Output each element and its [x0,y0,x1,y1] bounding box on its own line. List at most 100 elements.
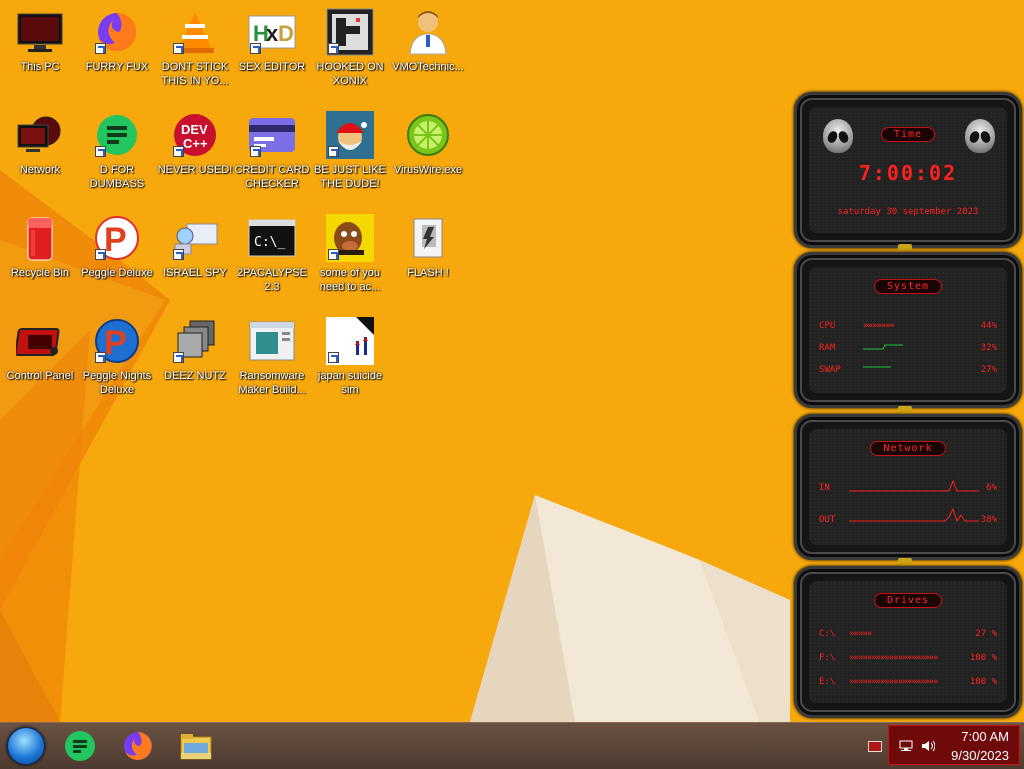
start-orb-icon [7,727,45,765]
svg-text:C:\_: C:\_ [254,235,285,250]
cpu-label: CPU [819,321,836,331]
taskbar-firefox[interactable] [118,727,158,765]
desktop-icon-recycle-bin[interactable]: Recycle Bin [0,208,80,308]
desktop-icon-ransomware-maker[interactable]: Ransomware Maker Build... [232,311,312,411]
icon-label: ISRAEL SPY [163,267,227,279]
icon-label: DEEZ NUTZ [164,370,226,382]
desktop-icon-viruswire[interactable]: VirusWire.exe [388,105,468,205]
desktop-icon-never-used[interactable]: DEV C++ NEVER USED! [155,105,235,205]
start-button[interactable] [6,727,46,765]
icon-label: This PC [20,61,60,73]
icon-label: BE JUST LIKE THE DUDE! [314,164,386,190]
desktop-icon-control-panel[interactable]: Control Panel [0,311,80,411]
volume-icon[interactable] [921,740,935,752]
action-center-flag-icon[interactable] [868,741,882,752]
desktop-icon-furry-fux[interactable]: FURRY FUX [77,2,157,102]
drive-f-label: F:\ [819,653,836,663]
gadget-system-panel: System CPU »»»»»»» 44% RAM 32% SWAP 27% [794,252,1022,408]
vlc-cone-icon [171,8,219,56]
desktop-icon-be-just-like-the-dude[interactable]: BE JUST LIKE THE DUDE! [310,105,390,205]
network-icon [16,111,64,159]
svg-text:DEV: DEV [181,122,208,137]
desktop-icon-flash[interactable]: FLASH ! [388,208,468,308]
japan-sim-icon [326,317,374,365]
gadget-network-title: Network [870,441,946,456]
gadget-drive-f-row: F:\ »»»»»»»»»»»»»»»»»»»» 100 % [819,653,997,665]
system-monitor-gadget[interactable]: Time 7:00:02 saturday 30 september 2023 … [790,88,1024,718]
system-tray: 7:00 AM 9/30/2023 [888,725,1020,765]
gadget-net-out-row: OUT 38% [819,507,997,527]
monitor-icon [16,8,64,56]
icon-label: Ransomware Maker Build... [238,370,306,396]
desktop-icon-this-pc[interactable]: This PC [0,2,80,102]
desktop-icon-israel-spy[interactable]: ISRAEL SPY [155,208,235,308]
firefox-icon [124,732,152,760]
drive-f-value: 100 % [969,653,997,663]
desktop-icon-credit-card-checker[interactable]: CREDIT CARD CHECKER [232,105,312,205]
icon-label: VMOTechnic... [392,61,464,73]
taskbar-document-app[interactable] [60,727,100,765]
desktop-icon-d-for-dumbass[interactable]: D FOR DUMBASS [77,105,157,205]
swap-label: SWAP [819,365,841,375]
icon-label: D FOR DUMBASS [89,164,145,190]
icon-label: NEVER USED! [157,164,233,176]
icon-label: HOOKED ON XONIX [316,61,384,87]
ransomware-builder-icon [248,317,296,365]
desktop-icon-deez-nutz[interactable]: DEEZ NUTZ [155,311,235,411]
console-window-icon: C:\_ [248,214,296,262]
santa-dude-icon [326,111,374,159]
gadget-drives-title: Drives [873,593,943,608]
network-tray-icon[interactable] [899,740,913,752]
gadget-date: saturday 30 september 2023 [837,207,979,217]
cartoon-dog-icon [326,214,374,262]
icon-label: some of you need to ac... [319,267,381,293]
icon-label: SEX EDITOR [238,61,306,73]
desktop-icon-sex-editor[interactable]: HxD SEX EDITOR [232,2,312,102]
svg-text:D: D [278,21,294,46]
cpu-bar: »»»»»»» [863,321,895,331]
desktop-icon-network[interactable]: Network [0,105,80,205]
cpu-value: 44% [980,321,997,331]
desktop: This PC FURRY FUX DONT STICK THIS IN YO.… [0,0,1024,722]
desktop-icon-some-of-you[interactable]: some of you need to ac... [310,208,390,308]
ram-value: 32% [980,343,997,353]
gadget-clock: 7:00:02 [858,161,958,185]
icon-label: FLASH ! [407,267,449,279]
net-in-graph [849,479,979,492]
icon-label: FURRY FUX [85,61,149,73]
desktop-icon-peggle-nights[interactable]: P Peggle Nights Deluxe [77,311,157,411]
taskbar-clock-date[interactable]: 9/30/2023 [951,748,1009,763]
icon-label: japan suicide sim [317,370,383,396]
desktop-icon-dont-stick[interactable]: DONT STICK THIS IN YO... [155,2,235,102]
gadget-network-panel: Network IN 6% OUT 38% [794,414,1022,560]
gadget-drives-panel: Drives C:\ »»»»» 27 % F:\ »»»»»»»»»»»»»»… [794,566,1022,718]
net-out-label: OUT [819,515,836,525]
desktop-icon-vmotechnic[interactable]: VMOTechnic... [388,2,468,102]
gadget-cpu-row: CPU »»»»»»» 44% [819,321,997,333]
lime-icon [404,111,452,159]
taskbar-file-explorer[interactable] [176,727,216,765]
gadget-time-panel: Time 7:00:02 saturday 30 september 2023 [794,92,1022,248]
gadget-swap-row: SWAP 27% [819,365,997,377]
control-panel-icon [16,317,64,365]
ram-label: RAM [819,343,836,353]
drive-c-value: 27 % [975,629,997,639]
ram-graph [863,344,903,350]
icon-label: Peggle Nights Deluxe [82,370,152,396]
taskbar: 7:00 AM 9/30/2023 [0,722,1024,769]
dev-cpp-icon: DEV C++ [171,111,219,159]
desktop-icon-hooked-on-xonix[interactable]: HOOKED ON XONIX [310,2,390,102]
svg-text:P: P [104,324,127,362]
svg-text:P: P [104,221,127,259]
desktop-icon-2pacalypse[interactable]: C:\_ 2PACALYPSE 2.3 [232,208,312,308]
desktop-icon-peggle-deluxe[interactable]: P Peggle Deluxe [77,208,157,308]
icon-label: DONT STICK THIS IN YO... [161,61,229,87]
taskbar-clock-time[interactable]: 7:00 AM [961,729,1009,744]
xonix-game-icon [326,8,374,56]
gadget-drive-c-row: C:\ »»»»» 27 % [819,629,997,641]
file-explorer-icon [180,734,212,760]
gadget-connector [898,244,912,250]
desktop-icon-japan-suicide-sim[interactable]: japan suicide sim [310,311,390,411]
icon-label: 2PACALYPSE 2.3 [237,267,307,293]
spy-computer-icon [171,214,219,262]
